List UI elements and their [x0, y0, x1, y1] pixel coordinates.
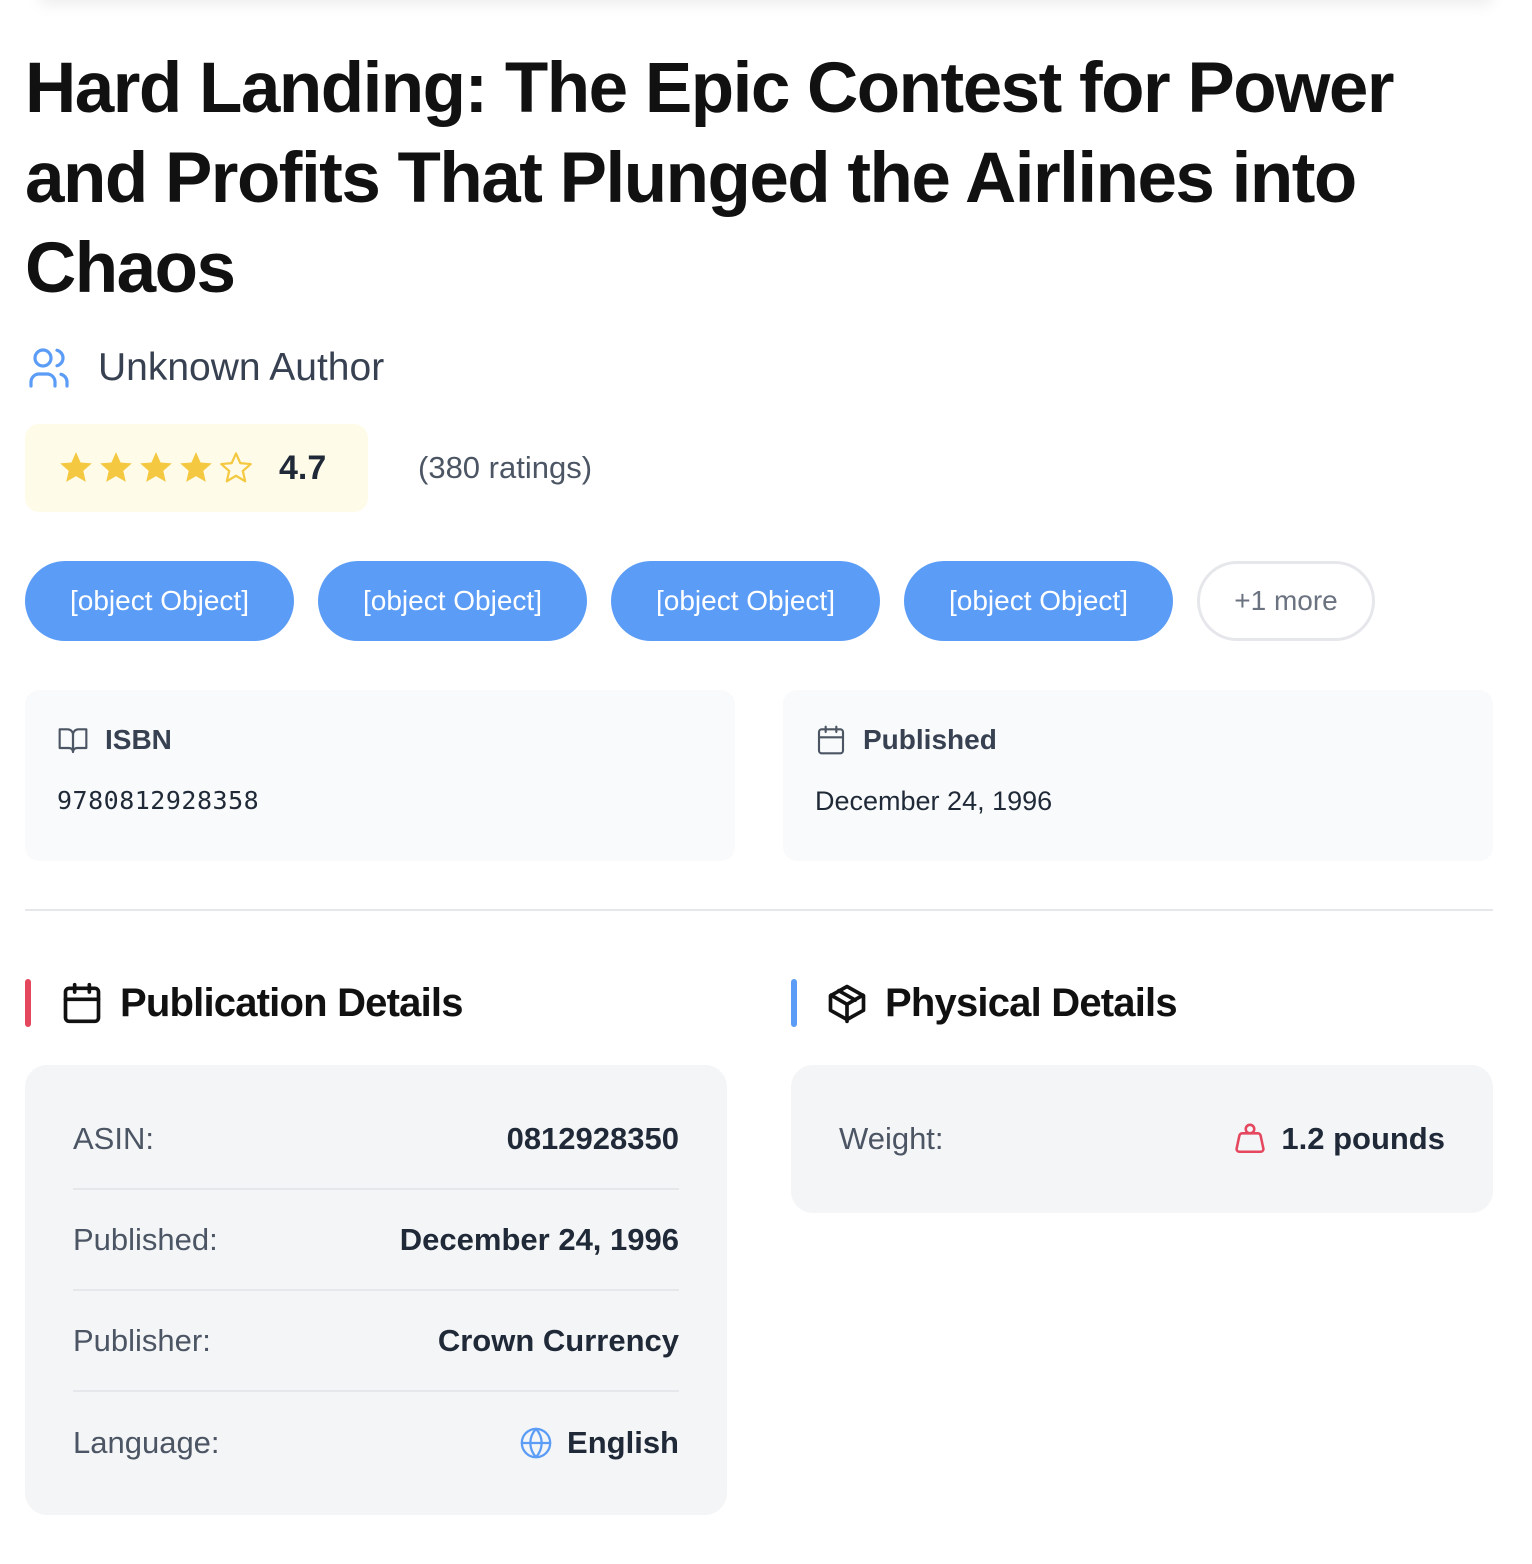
- isbn-card: ISBN 9780812928358: [25, 690, 735, 861]
- rating-value: 4.7: [279, 448, 327, 487]
- detail-value: December 24, 1996: [399, 1221, 679, 1257]
- info-cards: ISBN 9780812928358 Published December 24…: [25, 690, 1493, 861]
- users-icon: [29, 348, 69, 388]
- detail-value: Crown Currency: [437, 1322, 679, 1358]
- weight-value: 1.2 pounds: [1281, 1120, 1445, 1156]
- star-rating: [57, 449, 255, 487]
- published-value: December 24, 1996: [815, 786, 1053, 816]
- book-title: Hard Landing: The Epic Contest for Power…: [25, 49, 1394, 308]
- star-filled-icon: [100, 452, 132, 482]
- detail-key: Weight:: [839, 1120, 944, 1156]
- detail-row: Publisher: Crown Currency: [73, 1291, 679, 1392]
- detail-row: Published: December 24, 1996: [73, 1190, 679, 1291]
- tag-chip[interactable]: [object Object]: [318, 561, 587, 641]
- detail-row: Weight: 1.2 pounds: [839, 1088, 1445, 1189]
- section-divider: [25, 909, 1493, 911]
- published-card: Published December 24, 1996: [783, 690, 1493, 861]
- detail-key: Published:: [73, 1221, 218, 1257]
- publication-details-title: Publication Details: [120, 980, 463, 1025]
- star-filled-icon: [180, 452, 212, 482]
- physical-details-title: Physical Details: [885, 980, 1178, 1025]
- detail-key: Publisher:: [73, 1322, 211, 1358]
- tag-chip[interactable]: [object Object]: [611, 561, 880, 641]
- rating-count: (380 ratings): [418, 450, 593, 485]
- detail-row: Language: English: [73, 1392, 679, 1493]
- rating-badge: 4.7: [25, 424, 368, 512]
- star-filled-icon: [60, 452, 92, 482]
- publication-details-panel: ASIN: 0812928350 Published: December 24,…: [25, 1065, 727, 1515]
- author-line: Unknown Author: [25, 342, 1493, 394]
- package-icon: [828, 984, 866, 1024]
- calendar-icon: [817, 725, 845, 755]
- physical-details-heading: Physical Details: [791, 979, 1178, 1027]
- detail-value: English: [519, 1425, 679, 1461]
- published-label: Published: [863, 724, 997, 755]
- book-detail: Hard Landing: The Epic Contest for Power…: [25, 44, 1493, 1519]
- physical-details-panel: Weight: 1.2 pounds: [791, 1065, 1493, 1213]
- detail-key: Language:: [73, 1424, 220, 1460]
- tag-chip[interactable]: [object Object]: [25, 561, 294, 641]
- rating-row: 4.7 (380 ratings): [25, 424, 1493, 512]
- more-tags-button[interactable]: +1 more: [1197, 561, 1375, 641]
- globe-icon: [520, 1427, 552, 1458]
- author-name[interactable]: Unknown Author: [98, 346, 384, 390]
- accent-bar: [791, 979, 797, 1027]
- detail-value: 0812928350: [506, 1120, 679, 1156]
- detail-row: ASIN: 0812928350: [73, 1089, 679, 1190]
- language-value: English: [567, 1424, 679, 1460]
- book-open-icon: [58, 728, 88, 754]
- detail-key: ASIN:: [73, 1120, 154, 1156]
- star-filled-icon: [140, 452, 172, 482]
- isbn-header: ISBN: [57, 724, 703, 756]
- accent-bar: [25, 979, 31, 1027]
- detail-value: 1.2 pounds: [1233, 1121, 1445, 1157]
- publication-details-heading: Publication Details: [25, 979, 463, 1027]
- calendar-icon: [63, 982, 101, 1024]
- tag-chip[interactable]: [object Object]: [904, 561, 1173, 641]
- star-empty-icon: [220, 452, 252, 483]
- isbn-label: ISBN: [105, 724, 172, 755]
- tag-list: [object Object] [object Object] [object …: [25, 561, 1493, 641]
- details-sections: Publication Details Physical Details ASI…: [25, 979, 1493, 1519]
- weight-icon: [1235, 1123, 1266, 1153]
- isbn-value: 9780812928358: [57, 786, 260, 815]
- published-header: Published: [815, 724, 1461, 756]
